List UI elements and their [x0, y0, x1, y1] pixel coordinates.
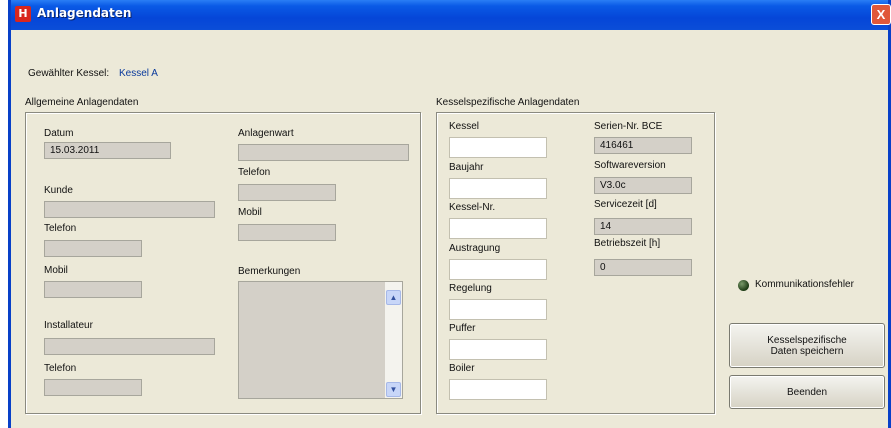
software-label: Softwareversion	[594, 160, 666, 171]
selected-boiler-value[interactable]: Kessel A	[119, 68, 158, 79]
kessel-input[interactable]	[449, 137, 547, 158]
anlagenwart-mobil-field[interactable]	[238, 224, 336, 241]
app-icon: H	[15, 6, 31, 22]
anlagenwart-label: Anlagenwart	[238, 128, 294, 139]
kunde-field[interactable]	[44, 201, 215, 218]
datum-field[interactable]: 15.03.2011	[44, 142, 171, 159]
austragung-input[interactable]	[449, 259, 547, 280]
exit-button[interactable]: Beenden	[729, 375, 885, 409]
kesselnr-label: Kessel-Nr.	[449, 202, 496, 213]
mobil-label: Mobil	[44, 265, 68, 276]
serien-field[interactable]: 416461	[594, 137, 692, 154]
general-group-title: Allgemeine Anlagendaten	[25, 97, 139, 108]
puffer-input[interactable]	[449, 339, 547, 360]
regelung-input[interactable]	[449, 299, 547, 320]
servicezeit-label: Servicezeit [d]	[594, 199, 657, 210]
baujahr-label: Baujahr	[449, 162, 484, 173]
scroll-up-button[interactable]: ▲	[386, 290, 401, 305]
anlagenwart-field[interactable]	[238, 144, 409, 161]
boiler-input[interactable]	[449, 379, 547, 400]
datum-label: Datum	[44, 128, 74, 139]
save-button-line2: Daten speichern	[770, 345, 844, 357]
title-bar[interactable]: H Anlagendaten X	[11, 0, 891, 30]
installateur-telefon-field[interactable]	[44, 379, 142, 396]
installateur-telefon-label: Telefon	[44, 363, 77, 374]
kessel-label: Kessel	[449, 121, 480, 132]
window-title: Anlagendaten	[37, 6, 132, 20]
betriebszeit-label: Betriebszeit [h]	[594, 238, 661, 249]
software-field[interactable]: V3.0c	[594, 177, 692, 194]
save-boiler-data-button[interactable]: Kesselspezifische Daten speichern	[729, 323, 885, 368]
puffer-label: Puffer	[449, 323, 476, 334]
communication-status-label: Kommunikationsfehler	[755, 279, 854, 290]
betriebszeit-field[interactable]: 0	[594, 259, 692, 276]
installateur-label: Installateur	[44, 320, 93, 331]
bemerkungen-textarea[interactable]: ▲ ▼	[238, 281, 403, 399]
anlagendaten-window: H Anlagendaten X Gewählter Kessel: Kesse…	[8, 0, 891, 428]
scroll-down-button[interactable]: ▼	[386, 382, 401, 397]
mobil-field[interactable]	[44, 281, 142, 298]
save-button-line1: Kesselspezifische	[767, 334, 847, 346]
servicezeit-field[interactable]: 14	[594, 218, 692, 235]
regelung-label: Regelung	[449, 283, 492, 294]
boiler-label: Boiler	[449, 363, 475, 374]
selected-boiler-label: Gewählter Kessel:	[28, 68, 110, 79]
kesselnr-input[interactable]	[449, 218, 547, 239]
serien-label: Serien-Nr. BCE	[594, 121, 663, 132]
telefon-label: Telefon	[44, 223, 77, 234]
communication-status-led	[738, 280, 749, 291]
close-button[interactable]: X	[871, 4, 891, 25]
anlagenwart-telefon-label: Telefon	[238, 167, 271, 178]
boiler-group-title: Kesselspezifische Anlagendaten	[436, 97, 580, 108]
bemerkungen-label: Bemerkungen	[238, 266, 301, 277]
kunde-label: Kunde	[44, 185, 73, 196]
telefon-field[interactable]	[44, 240, 142, 257]
bemerkungen-scrollbar[interactable]: ▲ ▼	[385, 282, 402, 398]
anlagenwart-telefon-field[interactable]	[238, 184, 336, 201]
austragung-label: Austragung	[449, 243, 501, 254]
installateur-field[interactable]	[44, 338, 215, 355]
baujahr-input[interactable]	[449, 178, 547, 199]
anlagenwart-mobil-label: Mobil	[238, 207, 262, 218]
